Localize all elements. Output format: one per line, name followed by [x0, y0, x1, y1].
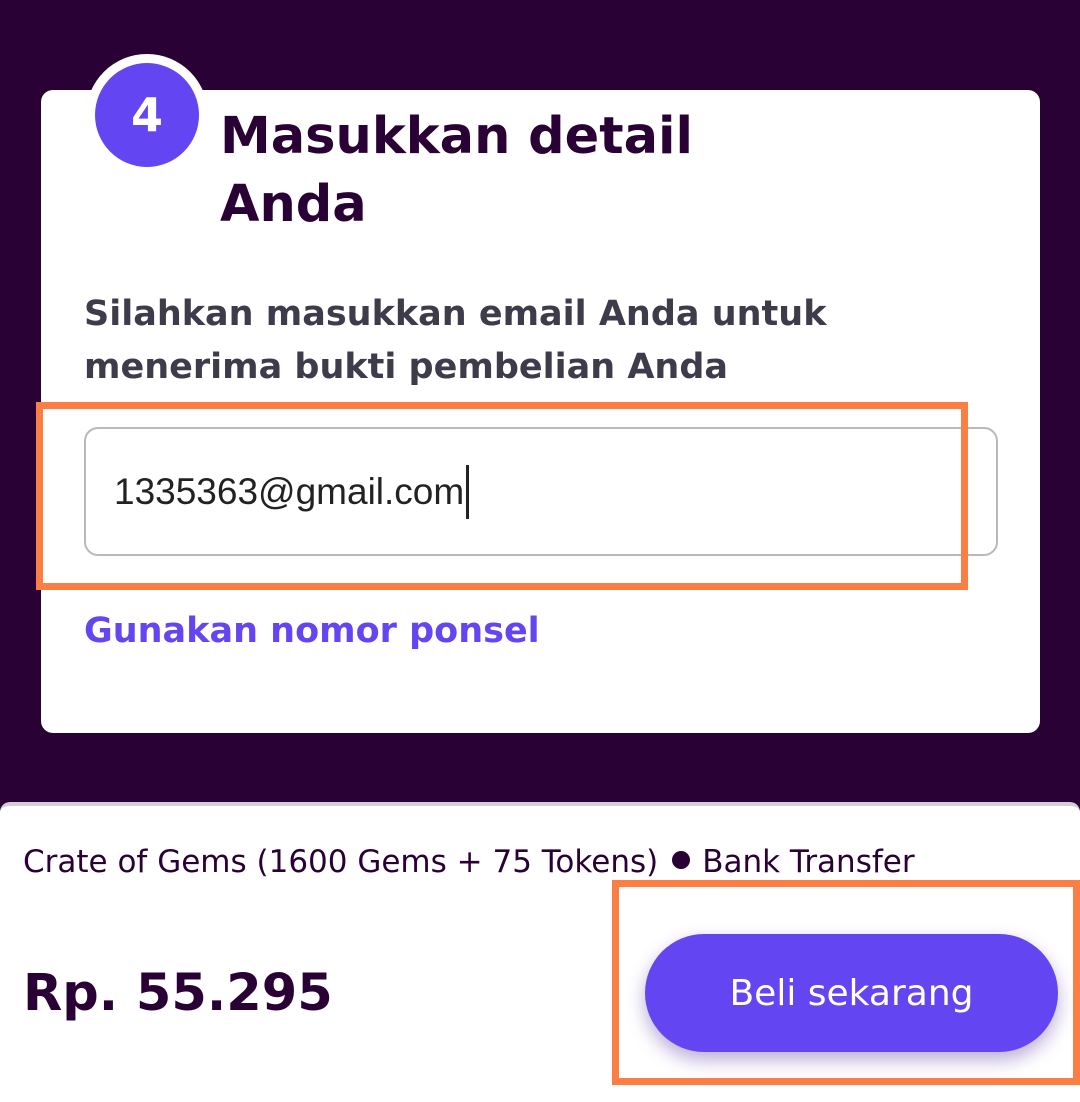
product-name: Crate of Gems (1600 Gems + 75 Tokens)	[23, 844, 659, 880]
step-description: Silahkan masukkan email Anda untuk mener…	[84, 294, 827, 387]
use-phone-number-link[interactable]: Gunakan nomor ponsel	[84, 605, 540, 657]
total-price: Rp. 55.295	[23, 964, 333, 1023]
buy-button-highlight	[612, 880, 1080, 1085]
step-badge: 4	[86, 54, 208, 176]
step-title: Masukkan detail Anda	[220, 107, 693, 234]
payment-method: Bank Transfer	[702, 844, 915, 880]
step-number: 4	[95, 63, 199, 167]
email-field-highlight	[36, 402, 968, 590]
separator-dot-icon	[672, 851, 691, 869]
order-summary: Crate of Gems (1600 Gems + 75 Tokens) Ban…	[23, 838, 1023, 886]
